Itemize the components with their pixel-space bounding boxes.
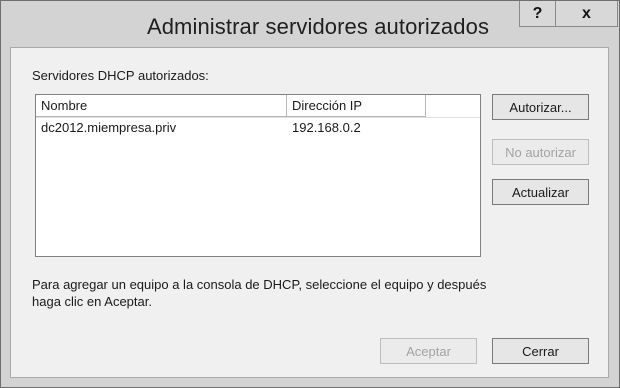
instructions-text: Para agregar un equipo a la consola de D… — [32, 276, 592, 310]
close-button[interactable]: x — [556, 1, 618, 27]
ok-button[interactable]: Aceptar — [380, 338, 477, 364]
server-name: dc2012.miempresa.priv — [41, 120, 177, 135]
column-header-empty[interactable] — [426, 95, 480, 117]
list-item[interactable]: dc2012.miempresa.priv 192.168.0.2 — [36, 120, 480, 138]
unauthorize-button[interactable]: No autorizar — [492, 139, 589, 165]
instructions-line-1: Para agregar un equipo a la consola de D… — [32, 277, 487, 292]
authorize-button[interactable]: Autorizar... — [492, 94, 589, 120]
servers-list-caption: Servidores DHCP autorizados: — [32, 68, 209, 83]
close-dialog-button[interactable]: Cerrar — [492, 338, 589, 364]
dialog-body: Servidores DHCP autorizados: Nombre Dire… — [10, 47, 609, 378]
instructions-line-2: haga clic en Aceptar. — [32, 294, 152, 309]
column-header-ip[interactable]: Dirección IP — [287, 95, 426, 117]
server-ip: 192.168.0.2 — [292, 120, 361, 135]
column-header-name[interactable]: Nombre — [36, 95, 287, 117]
refresh-button[interactable]: Actualizar — [492, 179, 589, 205]
title-bar[interactable]: Administrar servidores autorizados ? x — [1, 1, 619, 47]
help-button[interactable]: ? — [519, 1, 556, 27]
authorized-servers-list[interactable]: Nombre Dirección IP dc2012.miempresa.pri… — [35, 94, 481, 257]
list-header: Nombre Dirección IP — [36, 95, 480, 118]
dialog-window: Administrar servidores autorizados ? x S… — [0, 0, 620, 388]
